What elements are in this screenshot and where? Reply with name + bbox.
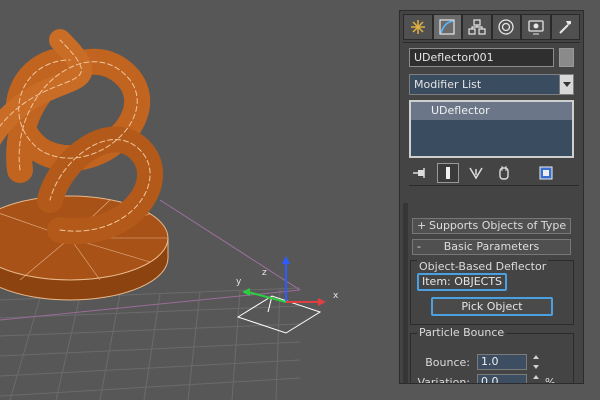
spinner-up-icon: [533, 355, 539, 359]
chevron-down-icon[interactable]: [559, 75, 573, 94]
command-panel-tabs: [403, 14, 580, 43]
variation-unit: %: [545, 375, 556, 384]
modify-tab[interactable]: [432, 14, 462, 40]
variation-label: Variation:: [417, 375, 470, 384]
stack-toolbar: [409, 161, 579, 186]
show-end-result-icon: [446, 167, 450, 179]
modifier-list-label: Modifier List: [414, 78, 482, 91]
axis-z-label: z: [262, 268, 267, 278]
make-unique-icon: [469, 167, 483, 180]
modify-icon: [439, 19, 455, 35]
show-end-result-button[interactable]: [437, 163, 459, 183]
make-unique-button[interactable]: [465, 163, 487, 183]
remove-modifier-icon: [499, 166, 509, 180]
hierarchy-icon: [468, 19, 486, 35]
object-based-deflector-group: Object-Based Deflector Item: OBJECTS Pic…: [410, 260, 574, 325]
spinner-down-icon: [533, 365, 539, 369]
pin-stack-button[interactable]: [409, 163, 431, 183]
modifier-stack[interactable]: UDeflector: [409, 100, 574, 158]
bounce-field[interactable]: 1.0: [477, 354, 527, 370]
bounce-row: Bounce: 1.0: [410, 354, 541, 370]
group-title: Object-Based Deflector: [417, 260, 549, 273]
axis-y-label: y: [236, 277, 242, 287]
bounce-spinner[interactable]: [531, 354, 541, 370]
rollout-supports-objects[interactable]: + Supports Objects of Type: [412, 218, 571, 234]
panel-scrollbar[interactable]: [403, 203, 408, 383]
rollout-supports-title: Supports Objects of Type: [429, 219, 567, 232]
rollout-collapse-sign: -: [417, 240, 421, 253]
create-tab[interactable]: [403, 14, 433, 40]
motion-icon: [498, 19, 514, 35]
configure-modifier-sets-icon: [539, 166, 553, 180]
bounce-label: Bounce:: [425, 355, 470, 369]
hierarchy-tab[interactable]: [462, 14, 492, 40]
remove-modifier-button[interactable]: [493, 163, 515, 183]
configure-modifier-sets-button[interactable]: [535, 163, 557, 183]
utilities-tab[interactable]: [550, 14, 580, 40]
item-label: Item: OBJECTS: [417, 273, 507, 291]
group-title: Particle Bounce: [417, 326, 507, 339]
display-tab[interactable]: [521, 14, 551, 40]
variation-field[interactable]: 0.0: [477, 374, 527, 383]
stack-item-udeflector[interactable]: UDeflector: [411, 102, 572, 120]
object-color-swatch[interactable]: [559, 48, 574, 67]
motion-tab[interactable]: [491, 14, 521, 40]
utilities-icon: [559, 21, 572, 34]
rollout-basic-title: Basic Parameters: [443, 240, 540, 253]
axis-x-label: x: [333, 291, 339, 301]
display-icon: [528, 20, 544, 35]
rollout-expand-sign: +: [417, 219, 427, 232]
variation-row: Variation: 0.0 %: [410, 374, 556, 384]
modifier-list-dropdown[interactable]: Modifier List: [409, 74, 574, 95]
axis-tripod[interactable]: z x y: [236, 256, 339, 306]
rollout-basic-parameters[interactable]: - Basic Parameters: [412, 239, 571, 255]
object-name-field[interactable]: UDeflector001: [409, 48, 554, 67]
pin-stack-icon: [413, 168, 425, 178]
spinner-up-icon: [533, 375, 539, 379]
variation-spinner[interactable]: [531, 374, 541, 383]
pick-object-button[interactable]: Pick Object: [431, 297, 553, 316]
create-icon: [410, 20, 425, 34]
command-panel: UDeflector001 Modifier List UDeflector +…: [399, 10, 584, 384]
